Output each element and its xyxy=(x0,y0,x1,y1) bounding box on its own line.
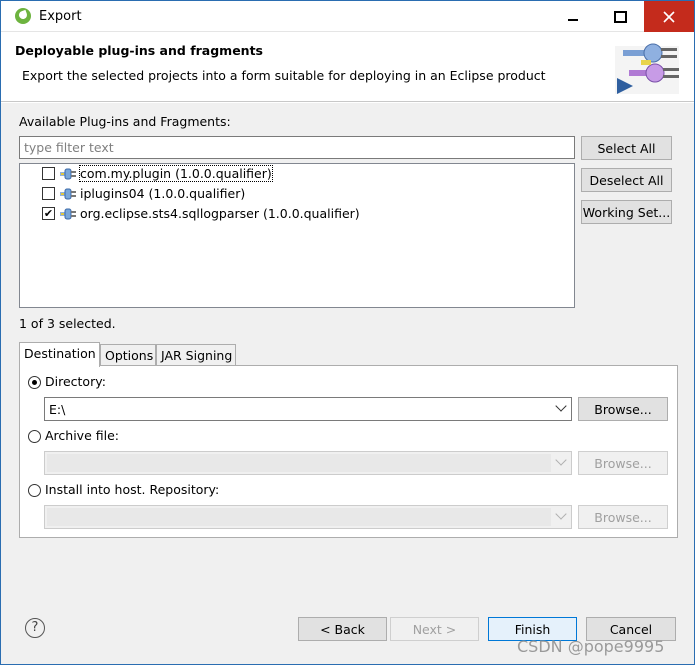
install-radio[interactable] xyxy=(28,484,41,497)
back-button[interactable]: < Back xyxy=(298,617,387,641)
plugin-icon xyxy=(60,208,76,220)
select-all-button[interactable]: Select All xyxy=(581,136,672,160)
archive-combo[interactable] xyxy=(44,451,572,475)
plugins-tree[interactable]: com.my.plugin (1.0.0.qualifier) iplugins… xyxy=(19,163,575,308)
directory-label: Directory: xyxy=(45,374,106,389)
directory-radio[interactable] xyxy=(28,376,41,389)
help-icon[interactable]: ? xyxy=(25,618,45,638)
wizard-banner: Deployable plug-ins and fragments Export… xyxy=(1,32,694,102)
plugin-checkbox[interactable] xyxy=(42,167,55,180)
repository-browse-button[interactable]: Browse... xyxy=(578,505,668,529)
export-dialog: Export Deployable plug-ins and fragments… xyxy=(0,0,695,665)
minimize-button[interactable] xyxy=(550,1,596,32)
repository-combo[interactable] xyxy=(44,505,572,529)
banner-description: Export the selected projects into a form… xyxy=(22,68,546,83)
close-button[interactable] xyxy=(644,1,694,32)
directory-value: E:\ xyxy=(49,402,66,417)
archive-label: Archive file: xyxy=(45,428,119,443)
window-title: Export xyxy=(39,9,82,24)
plugin-checkbox[interactable] xyxy=(42,187,55,200)
tab-destination[interactable]: Destination xyxy=(19,342,100,367)
plugin-icon xyxy=(60,188,76,200)
tab-jar-signing[interactable]: JAR Signing xyxy=(156,344,236,366)
watermark: CSDN @pope9995 xyxy=(517,637,665,656)
maximize-button[interactable] xyxy=(597,1,643,32)
chevron-down-icon xyxy=(555,400,567,412)
plugin-label: org.eclipse.sts4.sqllogparser (1.0.0.qua… xyxy=(80,206,360,221)
button-bar: ? < Back Next > Finish Cancel CSDN @pope… xyxy=(1,591,694,664)
tab-options[interactable]: Options xyxy=(100,344,156,366)
deselect-all-button[interactable]: Deselect All xyxy=(581,168,672,192)
plugin-label: com.my.plugin (1.0.0.qualifier) xyxy=(79,165,273,182)
banner-title: Deployable plug-ins and fragments xyxy=(15,43,263,58)
install-label: Install into host. Repository: xyxy=(45,482,220,497)
filter-input[interactable]: type filter text xyxy=(19,136,575,159)
next-button[interactable]: Next > xyxy=(390,617,479,641)
archive-browse-button[interactable]: Browse... xyxy=(578,451,668,475)
destination-panel: Directory: E:\ Browse... Archive file: B… xyxy=(19,365,678,538)
plugins-list-label: Available Plug-ins and Fragments: xyxy=(19,114,231,129)
plugin-checkbox[interactable]: ✔ xyxy=(42,207,55,220)
plugin-label: iplugins04 (1.0.0.qualifier) xyxy=(80,186,246,201)
selection-status: 1 of 3 selected. xyxy=(19,316,116,331)
directory-browse-button[interactable]: Browse... xyxy=(578,397,668,421)
working-set-button[interactable]: Working Set... xyxy=(581,200,672,224)
plugin-export-wizard-icon xyxy=(615,43,679,94)
directory-combo[interactable]: E:\ xyxy=(44,397,572,421)
chevron-down-icon xyxy=(555,508,567,520)
tree-item[interactable]: com.my.plugin (1.0.0.qualifier) xyxy=(20,164,574,184)
archive-radio[interactable] xyxy=(28,430,41,443)
tree-item[interactable]: ✔ org.eclipse.sts4.sqllogparser (1.0.0.q… xyxy=(20,204,574,224)
spring-logo-icon xyxy=(15,8,31,24)
chevron-down-icon xyxy=(555,454,567,466)
close-icon xyxy=(663,10,675,23)
wizard-page: Available Plug-ins and Fragments: type f… xyxy=(1,103,694,591)
tree-item[interactable]: iplugins04 (1.0.0.qualifier) xyxy=(20,184,574,204)
plugin-icon xyxy=(60,168,76,180)
title-bar: Export xyxy=(1,1,694,32)
